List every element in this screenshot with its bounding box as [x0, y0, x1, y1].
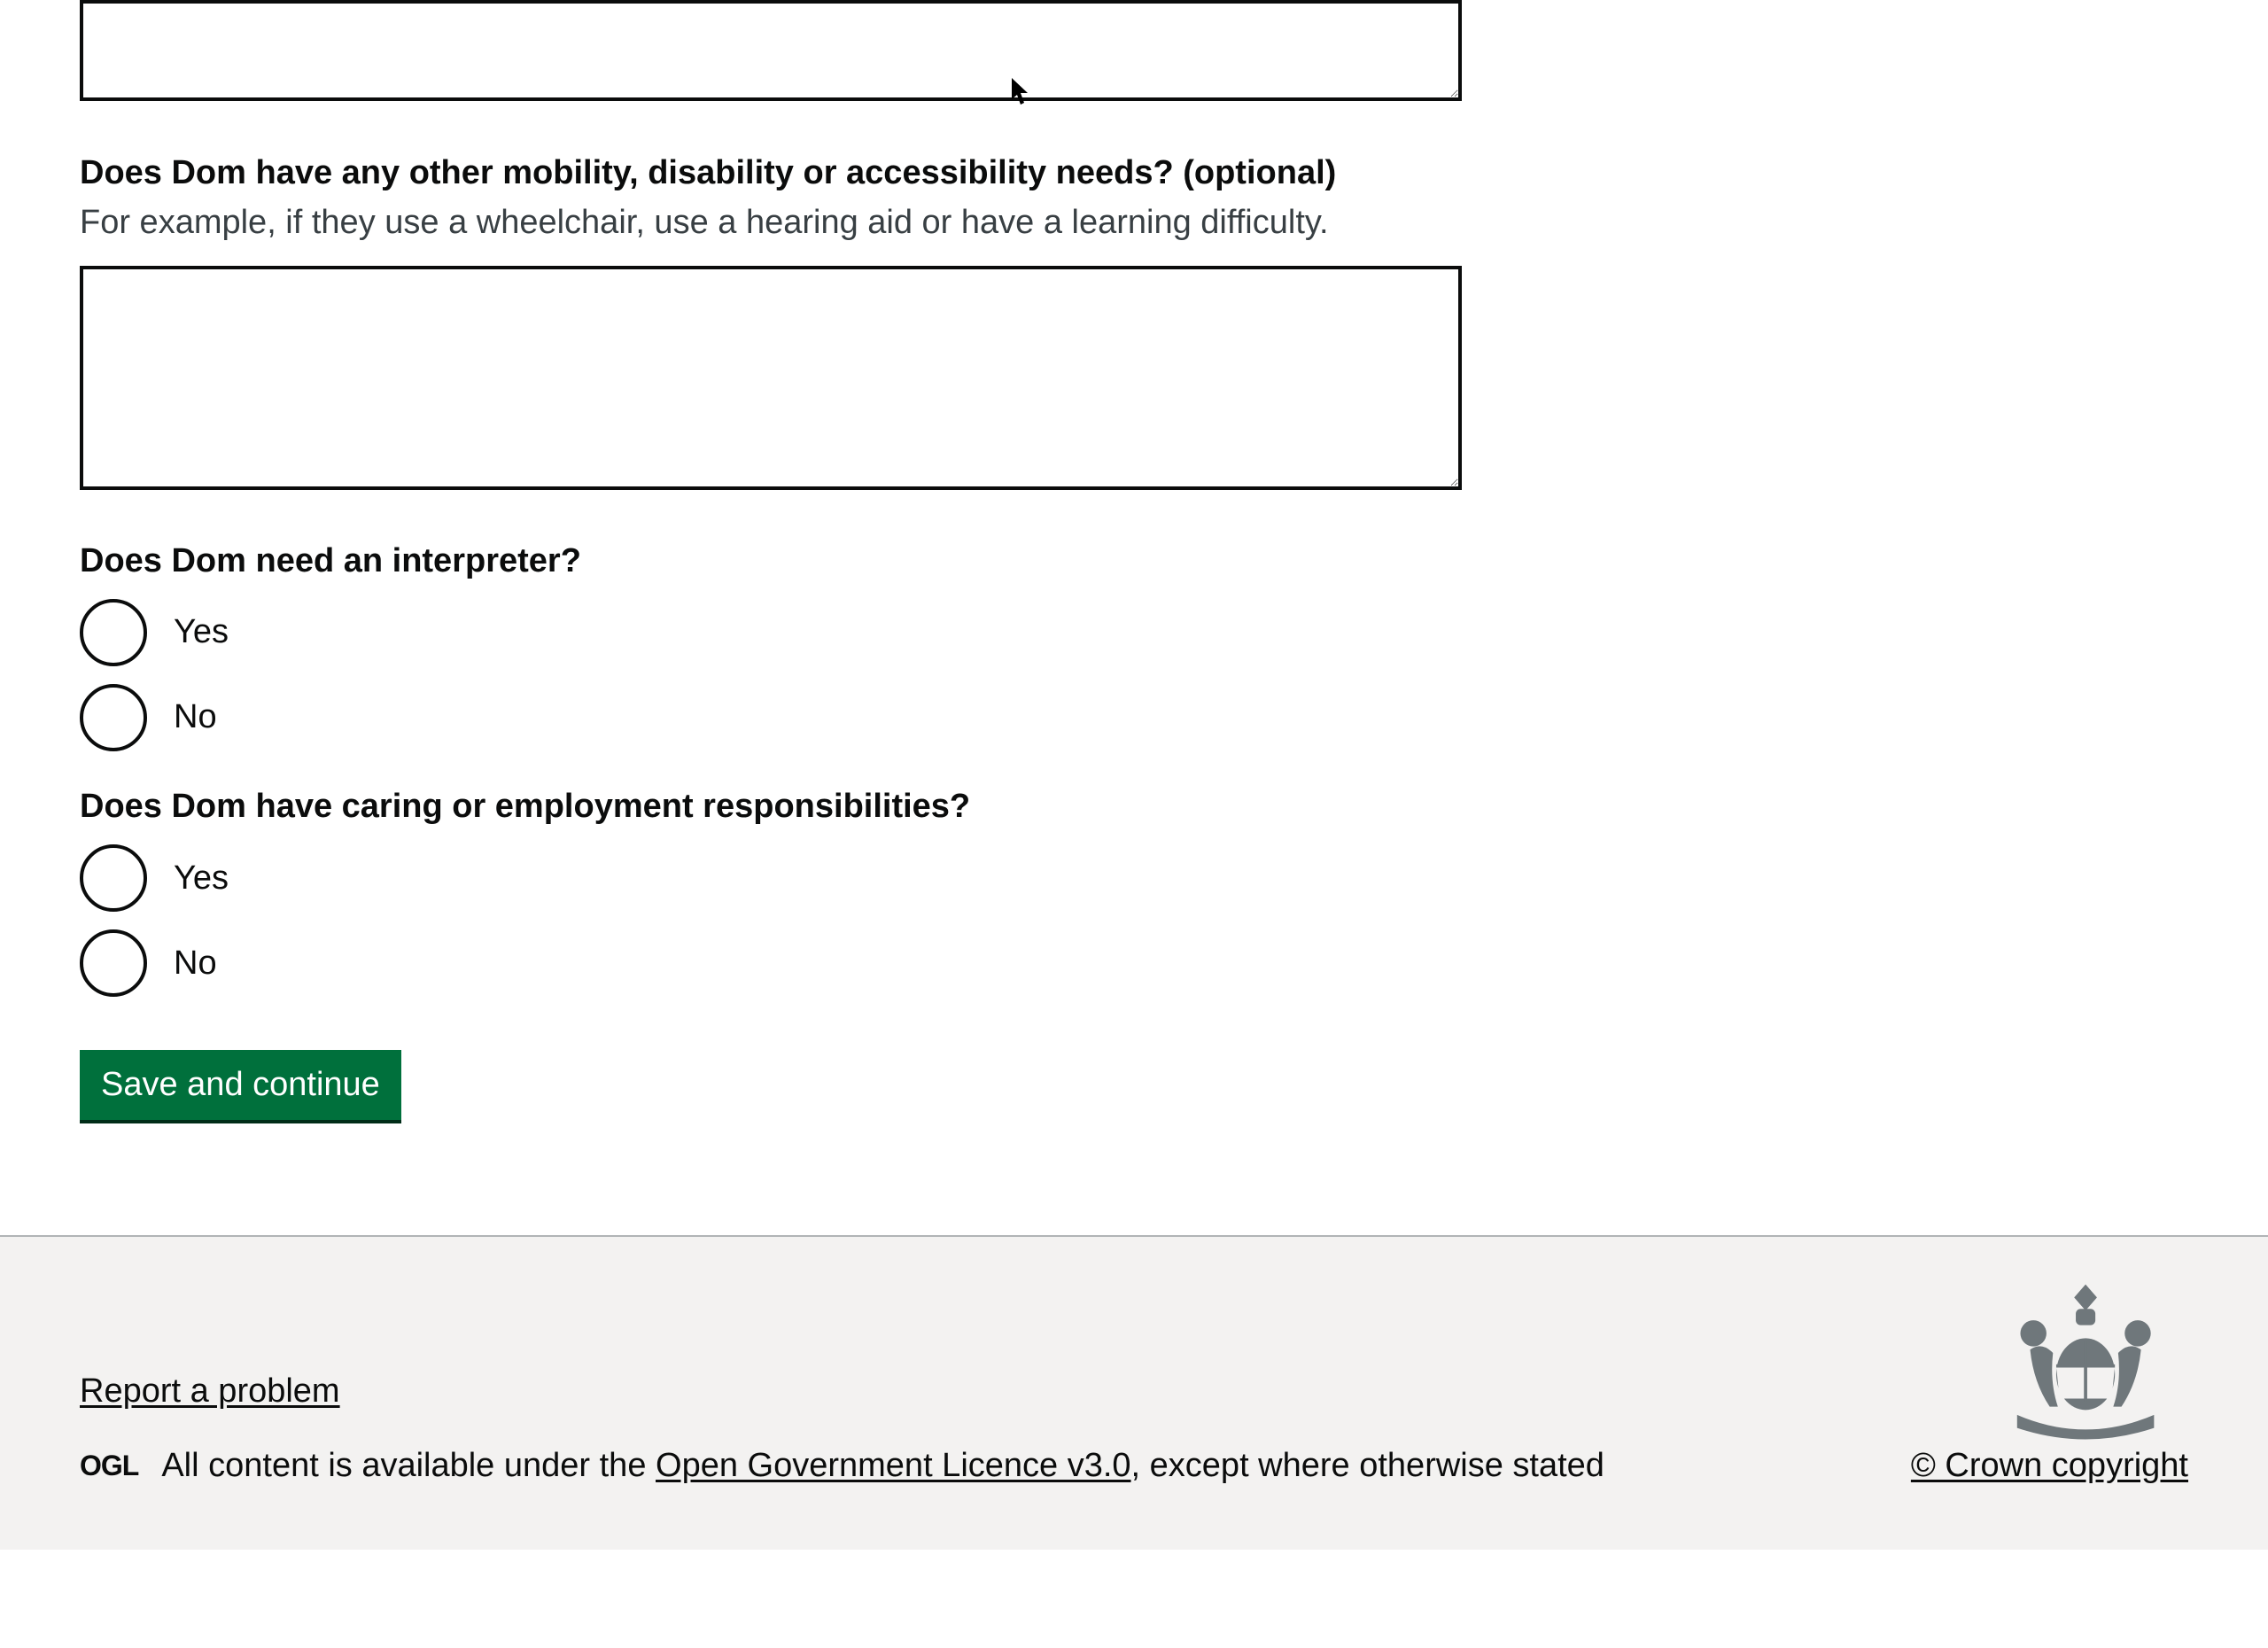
caring-yes-label: Yes [174, 857, 229, 900]
mobility-form-group: Does Dom have any other mobility, disabi… [80, 152, 2188, 501]
mobility-hint: For example, if they use a wheelchair, u… [80, 201, 2188, 245]
footer-licence-row: OGL All content is available under the O… [80, 1444, 2188, 1488]
save-and-continue-button[interactable]: Save and continue [80, 1050, 401, 1120]
mobility-label: Does Dom have any other mobility, disabi… [80, 152, 2188, 195]
radio-circle-icon [80, 929, 147, 997]
caring-radio-yes[interactable]: Yes [80, 844, 2188, 912]
interpreter-no-label: No [174, 696, 217, 739]
radio-circle-icon [80, 684, 147, 751]
interpreter-legend: Does Dom need an interpreter? [80, 540, 581, 583]
caring-fieldset: Does Dom have caring or employment respo… [80, 785, 2188, 997]
royal-coat-of-arms-icon [1984, 1281, 2188, 1454]
caring-radios: Yes No [80, 844, 2188, 997]
crown-copyright-link[interactable]: © Crown copyright [1911, 1444, 2188, 1488]
textarea-previous-field[interactable] [80, 0, 1462, 101]
radio-circle-icon [80, 844, 147, 912]
royal-crest-icon [1984, 1281, 2188, 1465]
report-problem-link[interactable]: Report a problem [80, 1372, 340, 1410]
caring-radio-no[interactable]: No [80, 929, 2188, 997]
licence-prefix: All content is available under the [161, 1447, 656, 1484]
interpreter-radio-no[interactable]: No [80, 684, 2188, 751]
interpreter-radio-yes[interactable]: Yes [80, 599, 2188, 666]
ogl-logo-icon: OGL [80, 1448, 138, 1485]
caring-no-label: No [174, 942, 217, 985]
interpreter-radios: Yes No [80, 599, 2188, 751]
mobility-textarea[interactable] [80, 266, 1462, 490]
ogl-licence-link[interactable]: Open Government Licence v3.0 [656, 1447, 1131, 1484]
licence-suffix: , except where otherwise stated [1131, 1447, 1604, 1484]
page-footer: Report a problem OGL All content is avai… [0, 1235, 2268, 1550]
radio-circle-icon [80, 599, 147, 666]
interpreter-fieldset: Does Dom need an interpreter? Yes No [80, 540, 2188, 751]
interpreter-yes-label: Yes [174, 610, 229, 654]
licence-text: All content is available under the Open … [161, 1444, 1604, 1488]
caring-legend: Does Dom have caring or employment respo… [80, 785, 970, 828]
